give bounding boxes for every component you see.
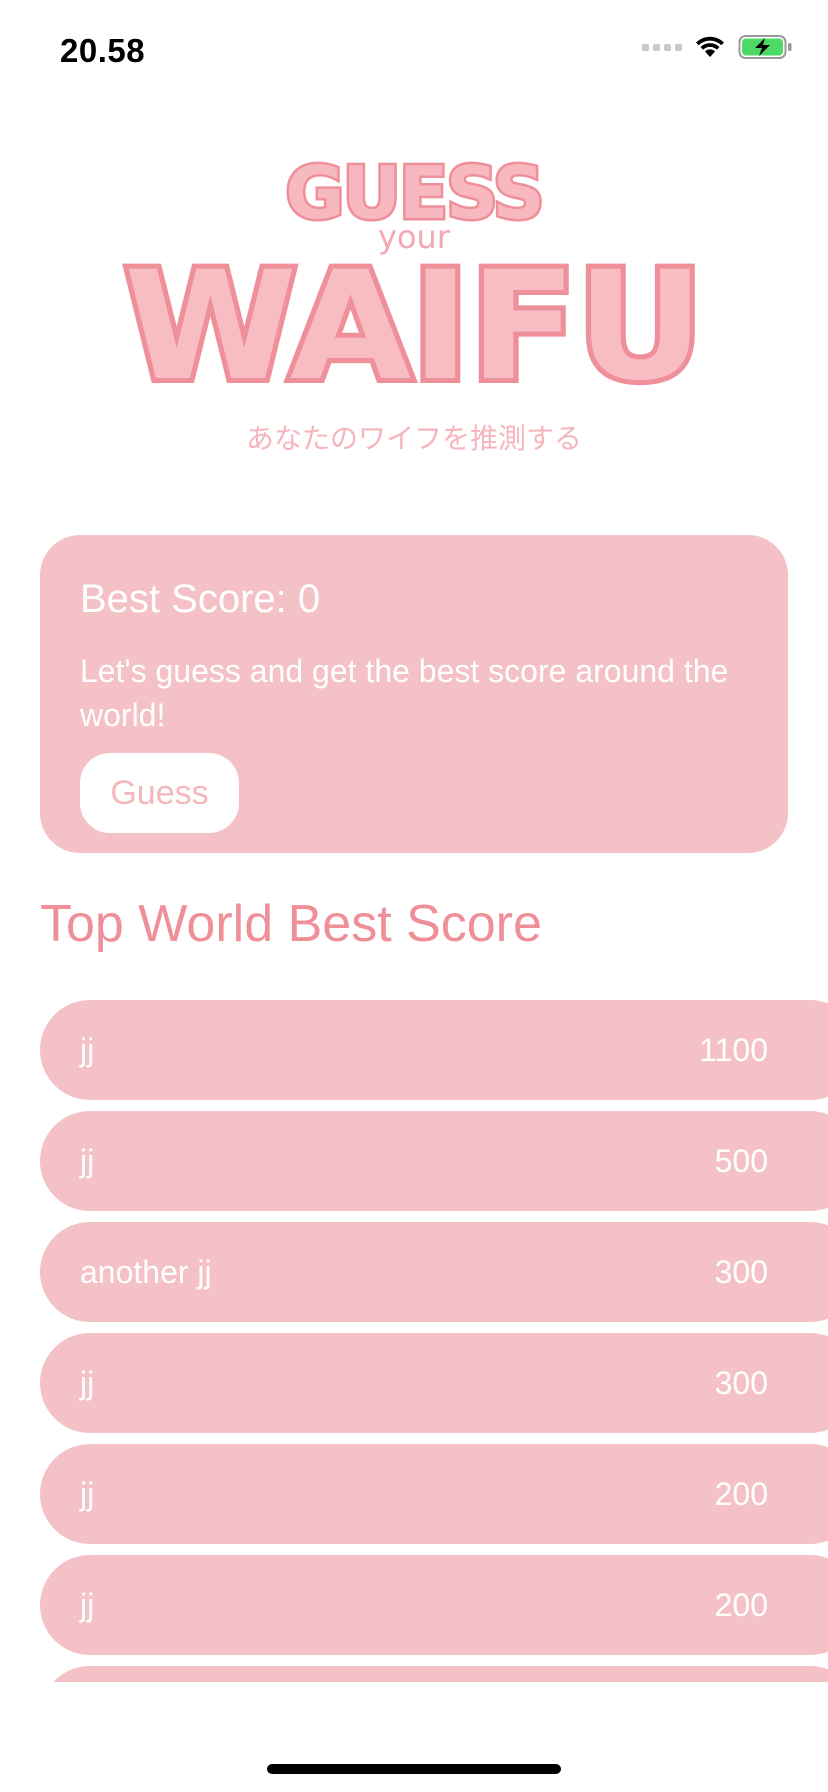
score-row-name: jj	[80, 1365, 95, 1401]
status-time: 20.58	[60, 32, 146, 69]
score-row-value: 500	[714, 1143, 768, 1179]
score-row[interactable]: another jj 300	[40, 1222, 828, 1322]
best-score-description: Let's guess and get the best score aroun…	[80, 653, 729, 733]
home-indicator[interactable]	[267, 1764, 561, 1774]
score-row-value: 200	[714, 1476, 768, 1512]
leaderboard-title: Top World Best Score	[40, 895, 542, 953]
score-row-value: 300	[714, 1254, 768, 1290]
battery-charging-icon	[738, 35, 792, 59]
score-row-value: 200	[714, 1587, 768, 1623]
score-row-name: jj	[80, 1143, 95, 1179]
score-list[interactable]: jj 1100 jj 500 another jj 300 jj 300 jj …	[40, 1000, 828, 1682]
signal-icon	[642, 43, 682, 51]
score-row-name: another jj	[80, 1254, 212, 1290]
score-row-value: 300	[714, 1365, 768, 1401]
logo-waifu-text: WAIFU	[124, 240, 704, 414]
status-bar: 20.58	[0, 0, 828, 100]
guess-button[interactable]: Guess	[80, 753, 239, 833]
best-score-card: Best Score: 0 Let's guess and get the be…	[40, 535, 788, 853]
score-row[interactable]: jj 500	[40, 1111, 828, 1211]
score-row-name: jj	[80, 1032, 95, 1068]
score-row-value: 1100	[699, 1032, 768, 1068]
wifi-icon	[696, 36, 724, 57]
score-row[interactable]: jj 200	[40, 1555, 828, 1655]
score-row[interactable]: jj 300	[40, 1333, 828, 1433]
score-row[interactable]: jj 200	[40, 1444, 828, 1544]
score-row[interactable]	[40, 1666, 828, 1682]
score-row-name: jj	[80, 1587, 95, 1623]
score-row-name: jj	[80, 1476, 95, 1512]
app-logo: GUESS your WAIFU あなたのワイフを推測する	[119, 149, 709, 456]
best-score-title: Best Score: 0	[80, 577, 321, 621]
logo-subtitle-text: あなたのワイフを推測する	[246, 422, 582, 455]
status-icons	[642, 34, 794, 60]
score-row[interactable]: jj 1100	[40, 1000, 828, 1100]
